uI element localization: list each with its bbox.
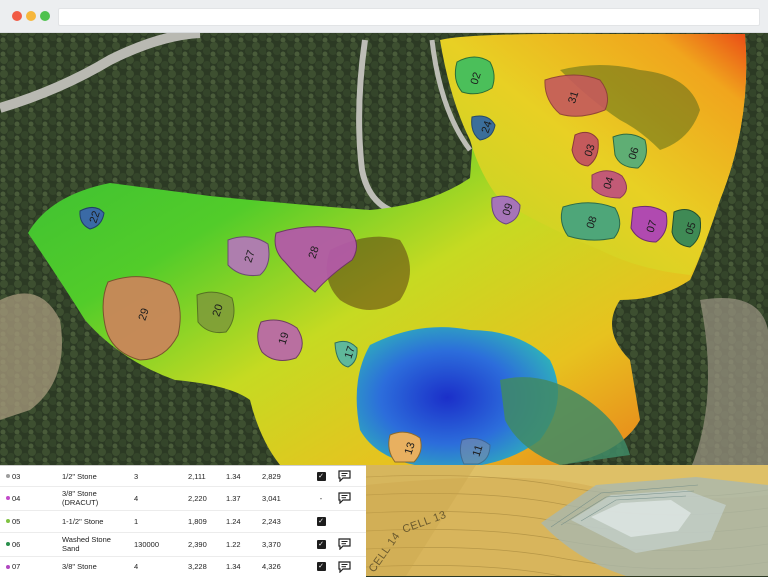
row-id-text: 04	[12, 493, 21, 503]
row-id: 03	[6, 466, 36, 486]
browser-chrome	[0, 0, 768, 33]
row-volume: 1,809	[188, 516, 207, 526]
row-checkbox[interactable]: ✓	[314, 556, 328, 577]
row-ratio: 1.34	[226, 471, 241, 481]
row-id: 05	[6, 510, 36, 532]
row-qty: 130000	[134, 539, 160, 549]
row-qty: 4	[134, 493, 139, 503]
row-color-dot	[6, 474, 10, 478]
row-volume: 2,111	[188, 471, 206, 481]
table-row[interactable]: 06 Washed Stone Sand 130000 2,390 1.22 3…	[0, 532, 366, 557]
row-material: 3/8" Stone (DRACUT)	[62, 489, 99, 507]
row-ratio: 1.24	[226, 516, 241, 526]
row-ratio: 1.34	[226, 562, 241, 571]
row-tons: 3,370	[262, 539, 281, 549]
row-color-dot	[6, 542, 10, 546]
row-color-dot	[6, 564, 10, 569]
row-id: 06	[6, 532, 36, 556]
row-color-dot	[6, 496, 10, 500]
row-checkbox[interactable]: -	[314, 486, 328, 510]
row-tons: 3,041	[262, 493, 281, 503]
row-id: 07	[6, 556, 36, 577]
table-row[interactable]: 05 1-1/2" Stone 1 1,809 1.24 2,243 ✓	[0, 510, 366, 533]
table-row[interactable]: 07 3/8" Stone 4 3,228 1.34 4,326 ✓	[0, 556, 366, 577]
check-icon: ✓	[316, 562, 326, 571]
close-window-button[interactable]	[12, 11, 22, 21]
unchecked-dash: -	[319, 493, 323, 503]
row-volume: 2,220	[188, 493, 207, 503]
row-volume: 3,228	[188, 562, 207, 571]
row-material: 1/2" Stone	[62, 471, 97, 481]
maximize-window-button[interactable]	[40, 11, 50, 21]
row-color-dot	[6, 519, 10, 523]
row-id-text: 03	[12, 471, 21, 481]
row-ratio: 1.22	[226, 539, 241, 549]
row-tons: 2,829	[262, 471, 281, 481]
row-checkbox[interactable]: ✓	[314, 466, 328, 486]
row-volume: 2,390	[188, 539, 207, 549]
row-tons: 2,243	[262, 516, 281, 526]
comment-icon[interactable]	[336, 556, 352, 577]
address-bar[interactable]	[58, 8, 760, 26]
row-qty: 4	[134, 562, 139, 571]
comment-icon[interactable]	[336, 466, 352, 486]
row-material: 1-1/2" Stone	[62, 516, 104, 526]
check-icon: ✓	[316, 539, 326, 549]
comment-icon[interactable]	[336, 486, 352, 510]
row-material: 3/8" Stone	[62, 562, 97, 571]
check-icon: ✓	[316, 516, 326, 526]
row-ratio: 1.37	[226, 493, 241, 503]
table-row[interactable]: 03 1/2" Stone 3 2,111 1.34 2,829 ✓	[0, 466, 366, 487]
cad-drawing: CELL 13 CELL 14	[366, 465, 768, 576]
row-id-text: 06	[12, 539, 21, 549]
table-row[interactable]: 04 3/8" Stone (DRACUT) 4 2,220 1.37 3,04…	[0, 486, 366, 511]
row-tons: 4,326	[262, 562, 281, 571]
row-id: 04	[6, 486, 36, 510]
row-qty: 1	[134, 516, 139, 526]
row-id-text: 05	[12, 516, 21, 526]
stockpile-table: 03 1/2" Stone 3 2,111 1.34 2,829 ✓ 04 3/…	[0, 465, 366, 577]
cad-plan-inset: CELL 13 CELL 14	[366, 465, 768, 576]
row-material: Washed Stone Sand	[62, 535, 111, 553]
row-checkbox[interactable]: ✓	[314, 510, 328, 532]
row-checkbox[interactable]: ✓	[314, 532, 328, 556]
minimize-window-button[interactable]	[26, 11, 36, 21]
row-id-text: 07	[12, 562, 21, 571]
check-icon: ✓	[316, 471, 326, 481]
comment-icon[interactable]	[336, 532, 352, 556]
row-qty: 3	[134, 471, 139, 481]
comment-cell	[336, 510, 352, 532]
